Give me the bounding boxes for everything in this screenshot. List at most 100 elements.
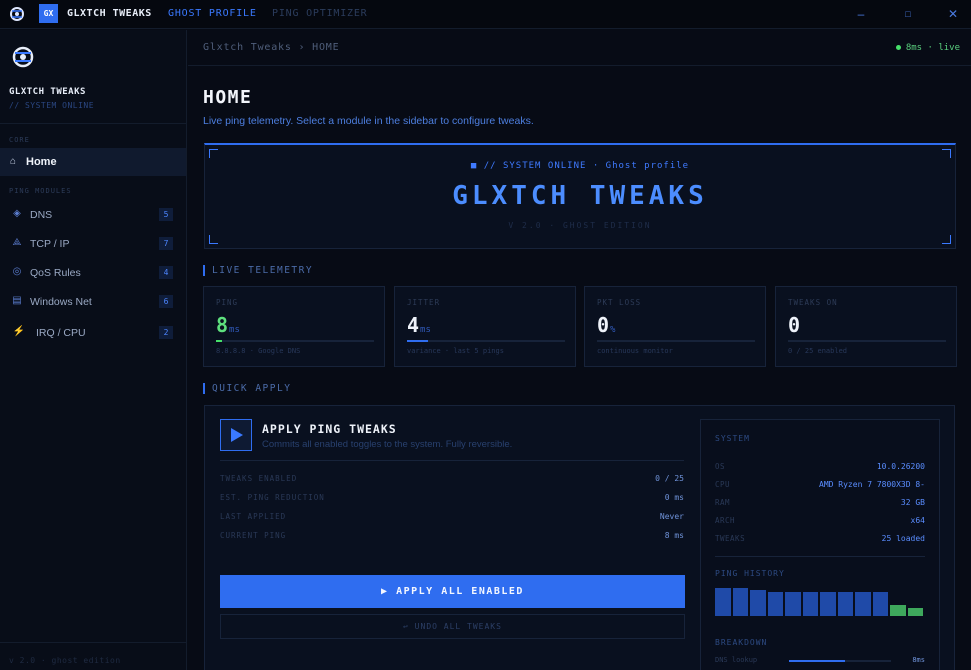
live-indicator: 8ms · live: [895, 43, 960, 53]
divider: [220, 460, 684, 461]
system-value: 10.0.26200: [876, 462, 925, 471]
system-info-panel: SYSTEM OS 10.0.26200 CPU AMD Ryzen 7 780…: [700, 419, 940, 670]
sidebar-item-label: DNS: [30, 209, 53, 221]
card-caption: 0 / 25 enabled: [788, 347, 848, 355]
minimize-button[interactable]: –: [851, 4, 871, 24]
app-title: GLXTCH TWEAKS: [67, 8, 152, 19]
ping-history-bar: [907, 608, 923, 616]
ping-history-bar: [890, 605, 906, 616]
sidebar-divider: [0, 642, 186, 643]
stat-value: 0 ms: [664, 493, 684, 502]
ping-history-bar: [872, 591, 888, 616]
card-meter: [788, 340, 946, 342]
main-content: Glxtch Tweaks › HOME 8ms · live HOME Liv…: [188, 30, 971, 670]
ping-history-bar: [802, 591, 818, 616]
quick-apply-title: APPLY PING TWEAKS: [262, 422, 397, 436]
stat-row-tweaks-enabled: TWEAKS ENABLED 0 / 25: [220, 474, 684, 488]
ping-history-bar: [855, 591, 871, 616]
card-caption: 8.8.8.8 · Google DNS: [216, 347, 301, 355]
breadcrumb: Glxtch Tweaks › HOME: [203, 42, 340, 53]
card-label: JITTER: [407, 298, 441, 307]
sidebar-item-windows-net[interactable]: ▤ Windows Net 6: [0, 289, 186, 315]
sidebar-item-label: QoS Rules: [30, 267, 81, 279]
ping-history-bar: [785, 591, 801, 616]
hero-banner: ■ // SYSTEM ONLINE · Ghost profile GLXTC…: [204, 143, 956, 249]
live-dot-icon: [895, 45, 901, 50]
count-badge: 4: [159, 266, 173, 279]
telemetry-card-packet-loss: PKT LOSS 0% continuous monitor: [584, 286, 766, 367]
windows-icon: ▤: [12, 295, 22, 306]
ping-history-bar: [837, 591, 853, 616]
count-badge: 7: [159, 237, 173, 250]
sidebar-divider: [0, 123, 186, 124]
system-label: TWEAKS: [715, 534, 746, 543]
card-meter: [407, 340, 565, 342]
undo-all-button[interactable]: ↩ UNDO ALL TWEAKS: [220, 614, 685, 639]
maximize-button[interactable]: □: [898, 4, 918, 24]
breakdown-heading: BREAKDOWN: [715, 638, 768, 647]
count-badge: 2: [159, 326, 173, 339]
home-icon: ⌂: [10, 156, 17, 167]
system-row-ram: RAM 32 GB: [715, 498, 925, 510]
system-value: x64: [910, 516, 925, 525]
tab-ghost-profile[interactable]: GHOST PROFILE: [168, 8, 257, 19]
sidebar-item-tcp-ip[interactable]: ⟁ TCP / IP 7: [0, 231, 186, 257]
card-caption: continuous monitor: [597, 347, 673, 355]
ping-history-chart: [715, 584, 925, 616]
system-row-arch: ARCH x64: [715, 516, 925, 528]
corner-bracket: [942, 235, 951, 244]
card-label: TWEAKS ON: [788, 298, 838, 307]
card-label: PKT LOSS: [597, 298, 642, 307]
card-caption: variance · last 5 pings: [407, 347, 504, 355]
play-icon: [231, 428, 243, 442]
banner-version: V 2.0 · GHOST EDITION: [508, 221, 652, 230]
tab-ping-optimizer[interactable]: PING OPTIMIZER: [272, 8, 368, 19]
banner-status: ■ // SYSTEM ONLINE · Ghost profile: [470, 161, 690, 171]
quick-apply-subtitle: Commits all enabled toggles to the syste…: [262, 439, 513, 450]
dns-icon: ◈: [13, 208, 21, 219]
system-label: OS: [715, 462, 726, 471]
sidebar-item-label: Home: [26, 156, 57, 168]
card-meter-fill: [216, 340, 223, 342]
corner-bracket: [209, 235, 218, 244]
sidebar-item-qos-rules[interactable]: ◎ QoS Rules 4: [0, 260, 186, 286]
breakdown-value: 8ms: [912, 656, 925, 664]
sidebar-item-home[interactable]: ⌂ Home: [0, 148, 186, 176]
system-row-cpu: CPU AMD Ryzen 7 7800X3D 8-: [715, 480, 925, 492]
system-value: 25 loaded: [881, 534, 925, 543]
close-button[interactable]: ✕: [943, 4, 963, 24]
system-label: RAM: [715, 498, 731, 507]
card-value: 8ms: [216, 313, 240, 337]
play-button[interactable]: [220, 419, 252, 451]
breakdown-meter-fill: [789, 660, 846, 662]
stat-label: LAST APPLIED: [220, 512, 287, 521]
live-text: 8ms · live: [905, 43, 960, 53]
ping-history-bar: [732, 588, 748, 616]
system-value: 32 GB: [900, 498, 925, 507]
system-label: ARCH: [715, 516, 736, 525]
sidebar-brand: GLXTCH TWEAKS: [9, 87, 86, 97]
stat-label: EST. PING REDUCTION: [220, 493, 325, 502]
sidebar-item-irq-cpu[interactable]: ⚡ IRQ / CPU 2: [0, 320, 186, 346]
sidebar-item-dns[interactable]: ◈ DNS 5: [0, 202, 186, 228]
ping-history-bar: [820, 591, 836, 616]
stat-row-current-ping: CURRENT PING 8 ms: [220, 531, 684, 545]
title-bar: GX GLXTCH TWEAKS GHOST PROFILE PING OPTI…: [0, 0, 971, 29]
divider: [715, 556, 925, 557]
app-logo-icon: [10, 7, 24, 21]
stat-value: 8 ms: [664, 531, 684, 540]
system-label: CPU: [715, 480, 731, 489]
lightning-icon: ⚡: [12, 326, 26, 337]
sidebar-item-label: IRQ / CPU: [36, 327, 86, 339]
card-meter: [216, 340, 374, 342]
apply-all-button[interactable]: ▶ APPLY ALL ENABLED: [220, 575, 685, 608]
header-bar: Glxtch Tweaks › HOME 8ms · live: [188, 30, 971, 66]
breakdown-label: DNS lookup: [715, 656, 758, 664]
system-row-tweaks: TWEAKS 25 loaded: [715, 534, 925, 546]
stat-value: 0 / 25: [655, 474, 684, 483]
card-meter-fill: [407, 340, 428, 342]
telemetry-card-ping: PING 8ms 8.8.8.8 · Google DNS: [203, 286, 385, 367]
sidebar-status: // SYSTEM ONLINE: [9, 101, 95, 110]
page-subtitle: Live ping telemetry. Select a module in …: [203, 115, 534, 127]
system-heading: SYSTEM: [715, 434, 750, 443]
